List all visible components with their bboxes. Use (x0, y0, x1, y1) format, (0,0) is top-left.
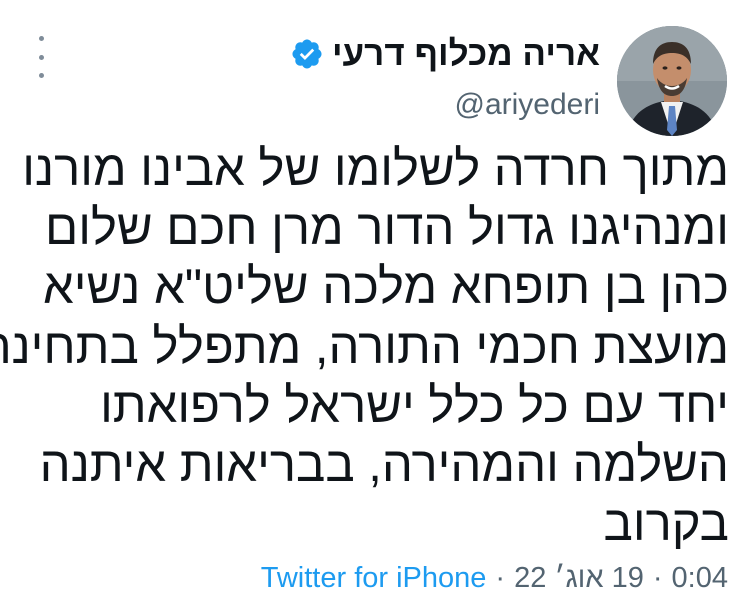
tweet-text-line: בקרוב (603, 497, 729, 552)
tweet-text-line: מתוך חרדה לשלומו של אבינו מורנו (22, 142, 729, 196)
meta-separator: · (652, 562, 663, 594)
tweet-text-line: יחד עם כל כלל ישראל לרפואתו (100, 378, 729, 433)
more-vertical-icon (38, 73, 44, 78)
tweet-text-line: כהן בן תופחא מלכה שליט"א נשיא (43, 260, 729, 315)
author-name-row[interactable]: אריה מכלוף דרעי (290, 34, 600, 74)
tweet-time[interactable]: 0:04 (672, 560, 728, 596)
tweet-meta: Twitter for iPhone · 19 אוג׳ 22 · 0:04 (261, 560, 728, 596)
tweet-date[interactable]: 19 אוג׳ 22 (514, 560, 644, 596)
tweet-text-line: מועצת חכמי התורה, מתפלל בתחינה (0, 319, 729, 374)
tweet-source-link[interactable]: Twitter for iPhone (261, 560, 487, 596)
tweet-text-line: השלמה והמהירה, בבריאות איתנה (39, 438, 729, 493)
tweet-text: מתוך חרדה לשלומו של אבינו מורנו ומנהיגנו… (0, 140, 729, 554)
avatar[interactable] (617, 26, 727, 136)
author-handle[interactable]: @ariyederi (454, 87, 600, 123)
more-vertical-icon (38, 54, 44, 60)
tweet-text-line: ומנהיגנו גדול הדור מרן חכם שלום (45, 201, 729, 256)
author-display-name[interactable]: אריה מכלוף דרעי (332, 34, 600, 74)
tweet-card: אריה מכלוף דרעי @ariyederi מתוך חרדה לשל… (0, 0, 750, 603)
more-vertical-icon (38, 36, 44, 41)
more-options-button[interactable] (32, 36, 50, 78)
verified-badge-icon (290, 37, 324, 71)
meta-separator: · (495, 562, 506, 594)
